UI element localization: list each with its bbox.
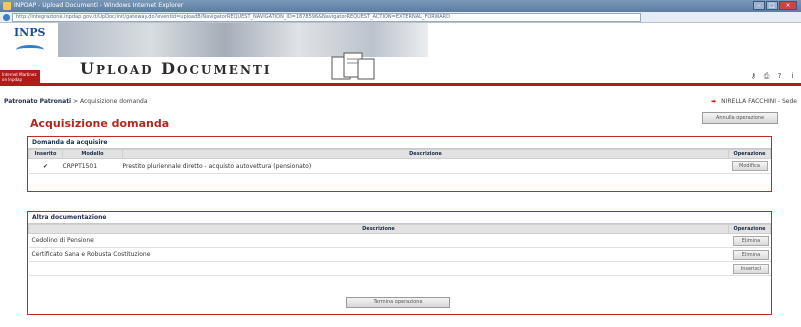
domanda-heading: Domanda da acquisire (28, 137, 771, 149)
breadcrumb-separator: > (73, 98, 79, 105)
table-row: Cedolino di Pensione Elimina (28, 233, 771, 248)
toolbar-icons: ⚷ ⎙ ? i (749, 72, 797, 81)
modello-cell: CRPPT1501 (62, 158, 123, 174)
table-row: Certificato Sana e Robusta Costituzione … (28, 247, 771, 262)
window-controls: – □ × (753, 1, 797, 10)
domanda-section: Domanda da acquisire Inserito Modello De… (27, 136, 772, 192)
insert-row: Inserisci (28, 261, 771, 276)
domanda-table: Inserito Modello Descrizione Operazione … (28, 149, 771, 174)
descrizione-cell: Certificato Sana e Robusta Costituzione (28, 247, 729, 262)
red-divider (0, 83, 801, 86)
breadcrumb-current: Acquisizione domanda (80, 98, 148, 105)
elimina-button[interactable]: Elimina (733, 235, 769, 246)
user-info: ➡ NIRELLA FACCHINI - Sede (711, 96, 797, 108)
inps-logo: INPS (14, 26, 46, 39)
table-row: ✔ CRPPT1501 Prestito pluriennale diretto… (28, 158, 771, 174)
printer-icon[interactable]: ⎙ (762, 72, 771, 81)
breadcrumb-row: Patronato Patronati > Acquisizione doman… (0, 96, 801, 108)
arrow-right-icon: ➡ (711, 98, 717, 105)
maximize-button[interactable]: □ (766, 1, 778, 10)
address-bar: http://integrazione.inpdap.gov.it/UpDoc/… (0, 12, 801, 23)
termina-operazione-button[interactable]: Termina operazione (346, 297, 450, 308)
descrizione-cell: Prestito pluriennale diretto - acquisto … (122, 158, 729, 174)
col-descrizione: Descrizione (28, 224, 729, 234)
documents-illustration (331, 52, 375, 80)
checkmark-icon: ✔ (28, 158, 63, 174)
breadcrumb: Patronato Patronati > Acquisizione doman… (4, 96, 148, 108)
altra-heading: Altra documentazione (28, 212, 771, 224)
info-icon[interactable]: i (788, 72, 797, 81)
app-title: UPLOAD DOCUMENTI (80, 59, 272, 78)
col-inserito: Inserito (28, 149, 63, 159)
col-operazione: Operazione (728, 149, 771, 159)
col-operazione: Operazione (728, 224, 771, 234)
window-titlebar: INPOAP - Upload Documenti - Windows Inte… (0, 0, 801, 12)
breadcrumb-root[interactable]: Patronato Patronati (4, 98, 71, 105)
back-icon[interactable] (3, 14, 10, 21)
user-name: NIRELLA FACCHINI (721, 98, 776, 105)
window-title: INPOAP - Upload Documenti - Windows Inte… (14, 2, 184, 9)
banner: INPS UPLOAD DOCUMENTI Internet Martinez … (0, 23, 801, 91)
col-descrizione: Descrizione (122, 149, 729, 159)
inserisci-button[interactable]: Inserisci (733, 263, 769, 274)
help-icon[interactable]: ? (775, 72, 784, 81)
descrizione-cell: Cedolino di Pensione (28, 233, 729, 248)
col-modello: Modello (62, 149, 123, 159)
annulla-operazione-button[interactable]: Annulla operazione (702, 112, 778, 124)
user-suffix: - Sede (777, 98, 797, 105)
ie-icon (3, 2, 11, 10)
key-icon[interactable]: ⚷ (749, 72, 758, 81)
inps-logo-swoosh (16, 45, 44, 55)
url-field[interactable]: http://integrazione.inpdap.gov.it/UpDoc/… (12, 13, 641, 22)
close-button[interactable]: × (779, 1, 797, 10)
minimize-button[interactable]: – (753, 1, 765, 10)
modifica-button[interactable]: Modifica (731, 161, 768, 171)
page-title: Acquisizione domanda (30, 117, 170, 130)
altra-table: Descrizione Operazione Cedolino di Pensi… (28, 224, 771, 276)
elimina-button[interactable]: Elimina (733, 249, 769, 260)
